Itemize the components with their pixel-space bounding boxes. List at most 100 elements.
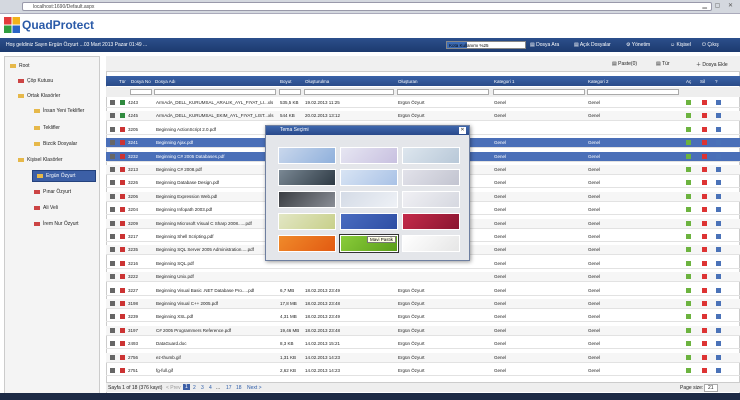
expand-icon[interactable] xyxy=(110,301,115,306)
delete-icon[interactable] xyxy=(702,274,707,280)
delete-icon[interactable] xyxy=(702,247,707,253)
theme-swatch[interactable] xyxy=(340,169,398,186)
info-icon[interactable] xyxy=(716,220,721,226)
delete-icon[interactable] xyxy=(702,113,707,119)
type-button[interactable]: ▤ Tür xyxy=(656,61,670,67)
download-icon[interactable] xyxy=(686,327,691,333)
delete-icon[interactable] xyxy=(702,314,707,320)
logout-button[interactable]: ⏻ Çıkış xyxy=(702,42,719,48)
tree-folder[interactable]: Bizcik Dosyalar xyxy=(34,141,77,147)
expand-icon[interactable] xyxy=(110,260,115,266)
info-icon[interactable] xyxy=(716,354,721,360)
delete-icon[interactable] xyxy=(702,368,707,373)
info-icon[interactable] xyxy=(716,247,721,253)
filter-cat2[interactable] xyxy=(587,89,679,95)
window-controls[interactable]: ▁ ▢ ✕ xyxy=(702,2,736,9)
delete-icon[interactable] xyxy=(702,167,707,172)
col-size[interactable]: Boyut xyxy=(280,79,292,84)
download-icon[interactable] xyxy=(686,126,691,132)
delete-icon[interactable] xyxy=(702,287,707,293)
table-row[interactable]: 2756 ez-thumb.gif 1,31 KB 14.02.2013 14:23 E… xyxy=(106,352,740,363)
address-bar[interactable]: localhost:1690/Default.aspx xyxy=(22,2,712,11)
delete-icon[interactable] xyxy=(702,126,707,132)
expand-icon[interactable] xyxy=(110,100,115,105)
table-row[interactable]: 2751 fg-full.gif 2,62 KB 14.02.2013 14:23 Er… xyxy=(106,366,740,376)
profile-button[interactable]: ☺ Kişisel xyxy=(670,42,691,48)
download-icon[interactable] xyxy=(686,301,691,306)
theme-swatch[interactable] xyxy=(402,191,460,208)
info-icon[interactable] xyxy=(716,368,721,373)
close-icon[interactable]: ✕ xyxy=(459,127,466,134)
info-icon[interactable] xyxy=(716,327,721,333)
expand-icon[interactable] xyxy=(110,193,115,199)
filter-creator[interactable] xyxy=(397,89,489,95)
delete-icon[interactable] xyxy=(702,301,707,306)
delete-icon[interactable] xyxy=(702,100,707,105)
theme-swatch[interactable] xyxy=(340,147,398,164)
theme-swatch[interactable] xyxy=(340,213,398,230)
delete-icon[interactable] xyxy=(702,234,707,239)
download-icon[interactable] xyxy=(686,368,691,373)
theme-swatch[interactable] xyxy=(402,147,460,164)
info-icon[interactable] xyxy=(716,100,721,105)
col-type[interactable]: Tür xyxy=(119,79,126,84)
expand-icon[interactable] xyxy=(110,368,115,373)
download-icon[interactable] xyxy=(686,140,691,146)
download-icon[interactable] xyxy=(686,234,691,239)
info-icon[interactable] xyxy=(716,314,721,320)
info-icon[interactable] xyxy=(716,167,721,172)
download-icon[interactable] xyxy=(686,247,691,253)
expand-icon[interactable] xyxy=(110,314,115,320)
pager-page[interactable]: 1 xyxy=(183,384,190,390)
table-row[interactable]: 2493 DataGuard.doc 8,3 KB 14.02.2013 15:21 E… xyxy=(106,339,740,350)
theme-swatch[interactable] xyxy=(278,235,336,252)
public-files-button[interactable]: ▤ Açık Dosyalar xyxy=(574,42,611,48)
col-creator[interactable]: Oluşturan xyxy=(398,79,418,84)
info-icon[interactable] xyxy=(716,193,721,199)
download-icon[interactable] xyxy=(686,180,691,186)
download-icon[interactable] xyxy=(686,260,691,266)
pager-page[interactable]: 4 xyxy=(209,385,212,391)
expand-icon[interactable] xyxy=(110,274,115,280)
info-icon[interactable] xyxy=(716,287,721,293)
page-size-select[interactable]: 21 xyxy=(704,384,718,392)
delete-icon[interactable] xyxy=(702,327,707,333)
info-icon[interactable] xyxy=(716,180,721,186)
table-row[interactable]: 3198 Beginning Visual C++ 2005.pdf 17,8 MB… xyxy=(106,299,740,309)
pager-page[interactable]: 2 xyxy=(193,385,196,391)
info-icon[interactable] xyxy=(716,207,721,213)
filter-cat1[interactable] xyxy=(493,89,585,95)
download-icon[interactable] xyxy=(686,153,691,159)
expand-icon[interactable] xyxy=(110,220,115,226)
expand-icon[interactable] xyxy=(110,247,115,253)
col-cat1[interactable]: Kategori 1 xyxy=(494,79,515,84)
table-row[interactable]: 4245 ArmAdA_DELL_KURUMSAL_EKIM_AYL_FIYAT_… xyxy=(106,111,740,122)
pager-prev[interactable]: < Prev xyxy=(166,385,181,391)
filter-created[interactable] xyxy=(304,89,394,95)
download-icon[interactable] xyxy=(686,207,691,213)
download-icon[interactable] xyxy=(686,193,691,199)
info-icon[interactable] xyxy=(716,234,721,239)
file-search-button[interactable]: ▤ Dosya Ara xyxy=(530,42,559,48)
info-icon[interactable] xyxy=(716,274,721,280)
info-icon[interactable] xyxy=(716,140,721,146)
expand-icon[interactable] xyxy=(110,153,115,159)
theme-swatch[interactable] xyxy=(402,169,460,186)
tree-folder[interactable]: Ali Veli xyxy=(34,205,58,211)
expand-icon[interactable] xyxy=(110,341,115,347)
info-icon[interactable] xyxy=(716,113,721,119)
download-icon[interactable] xyxy=(686,274,691,280)
info-icon[interactable] xyxy=(716,301,721,306)
delete-icon[interactable] xyxy=(702,260,707,266)
delete-icon[interactable] xyxy=(702,193,707,199)
admin-button[interactable]: ⚙ Yönetim xyxy=(626,42,650,48)
tree-folder[interactable]: Pınar Özyurt xyxy=(34,189,71,195)
table-row[interactable]: 3239 Beginning XSL.pdf 4,31 MB 18.02.2013 2… xyxy=(106,312,740,323)
theme-swatch[interactable] xyxy=(402,213,460,230)
add-file-button[interactable]: ＋ Dosya Ekle xyxy=(696,61,728,68)
col-file-name[interactable]: Dosya Adı xyxy=(155,79,176,84)
table-row[interactable]: 4243 ArmAdA_DELL_KURUMSAL_ARALIK_AYL_FIYA… xyxy=(106,98,740,108)
expand-icon[interactable] xyxy=(110,126,115,132)
info-icon[interactable] xyxy=(716,126,721,132)
theme-swatch[interactable] xyxy=(278,191,336,208)
